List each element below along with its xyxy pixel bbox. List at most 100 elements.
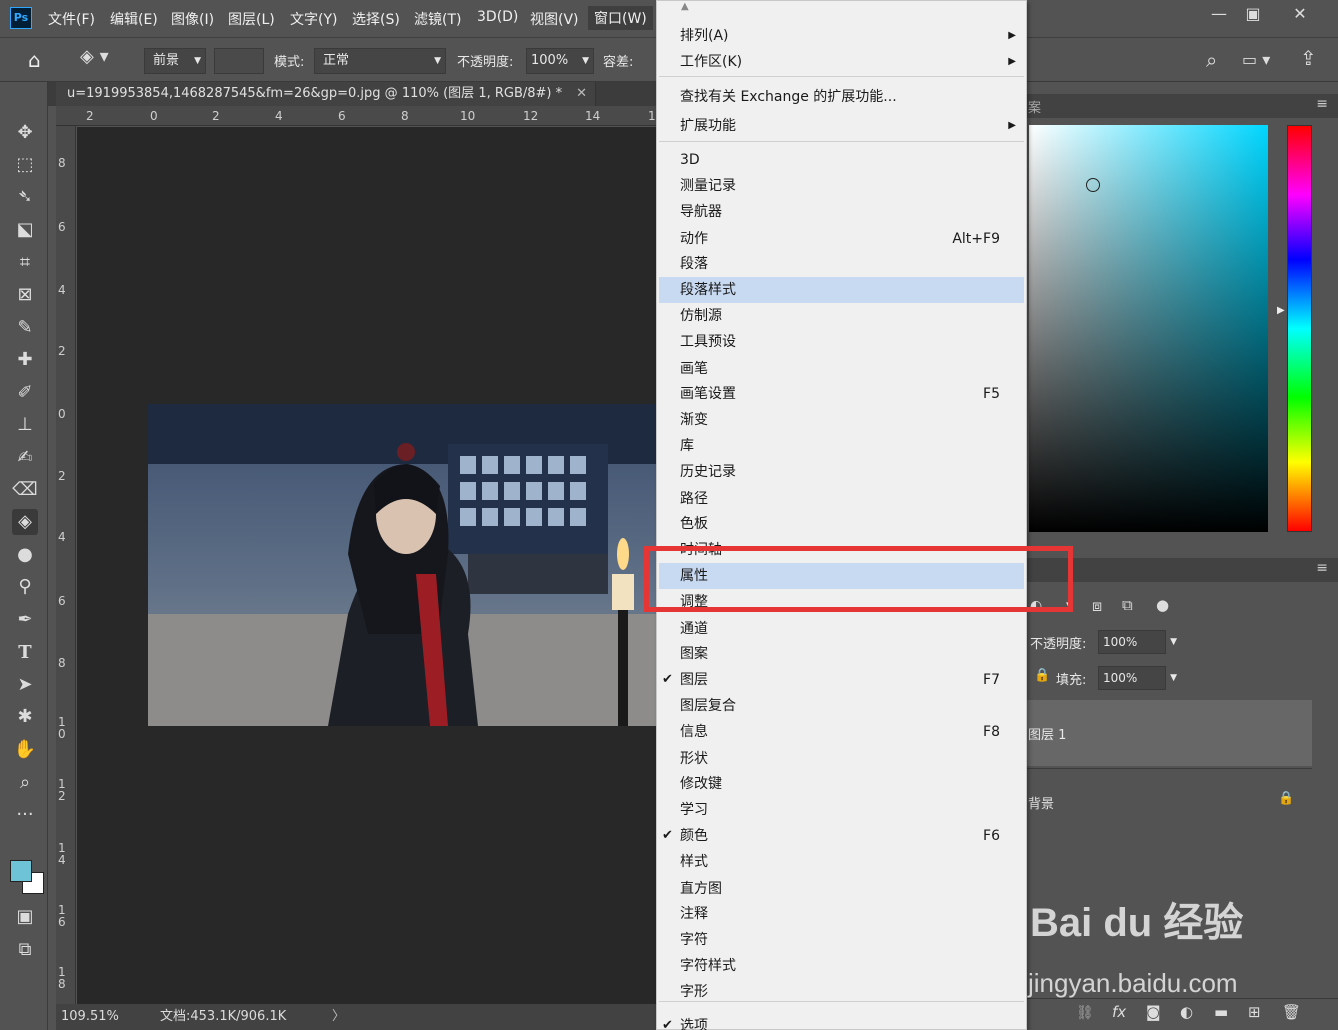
menu-item[interactable]: 段落 [659,251,1024,277]
menu-item[interactable]: 扩展功能 ▶ [659,113,1024,139]
menu-item[interactable]: 工具预设 [659,329,1024,355]
layer-row[interactable]: 图层 1 [1026,700,1312,766]
share-icon[interactable]: ⇪ [1300,46,1317,70]
menu-item[interactable]: 图层复合 [659,693,1024,719]
new-layer-icon[interactable]: ⊞ [1248,1003,1261,1021]
menu-view[interactable]: 视图(V) [530,9,579,29]
menu-item[interactable]: 图案 [659,641,1024,667]
zoom-level[interactable]: 109.51% [61,1006,119,1028]
mode-select[interactable]: 正常 ▼ [314,48,446,74]
frame-tool-icon[interactable]: ⊠ [12,282,38,308]
panel-menu-icon[interactable]: ≡ [1316,96,1328,112]
screen-mode-icon[interactable]: ⧉ [12,937,38,963]
menu-item[interactable]: 学习 [659,797,1024,823]
menu-item[interactable]: ✔ 图层 F7 [659,667,1024,693]
lasso-tool-icon[interactable]: ➴ [12,184,38,210]
menu-item[interactable]: 画笔 [659,356,1024,382]
document-tab[interactable]: u=1919953854,1468287545&fm=26&gp=0.jpg @… [56,82,596,106]
document-image[interactable] [148,404,658,726]
menu-item[interactable]: 注释 [659,901,1024,927]
clone-stamp-tool-icon[interactable]: ⊥ [12,412,38,438]
fx-icon[interactable]: fx [1112,1003,1126,1021]
paint-bucket-tool-icon[interactable]: ◈ [12,509,38,535]
add-mask-icon[interactable]: ◙ [1146,1003,1161,1021]
foreground-color-swatch[interactable] [10,860,32,882]
healing-brush-tool-icon[interactable]: ✚ [12,347,38,373]
layer-row[interactable]: 背景 🔒 [1026,768,1312,834]
panel-tab-fragment[interactable]: 案 [1028,97,1041,116]
paint-bucket-preset-icon[interactable]: ◈ ▾ [80,46,122,72]
menu-item[interactable]: 色板 [659,511,1024,537]
workspace-icon[interactable]: ▭ ▾ [1242,50,1270,69]
crop-tool-icon[interactable]: ⌗ [12,250,38,276]
path-selection-tool-icon[interactable]: ➤ [12,672,38,698]
menu-3d[interactable]: 3D(D) [477,9,518,25]
menu-item[interactable]: 3D [659,147,1024,173]
hand-tool-icon[interactable]: ✋ [12,737,38,763]
menu-item[interactable]: 测量记录 [659,173,1024,199]
menu-item[interactable]: 导航器 [659,199,1024,225]
fill-source-select[interactable]: 前景 ▼ [144,48,206,74]
scroll-up-icon[interactable]: ▲ [681,1,689,12]
fill-input[interactable]: 100% ▼ [1098,666,1177,690]
minimize-icon[interactable]: — [1202,3,1236,25]
eraser-tool-icon[interactable]: ⌫ [12,477,38,503]
pen-tool-icon[interactable]: ✒ [12,607,38,633]
status-expand-icon[interactable]: 〉 [332,1006,345,1028]
menu-window[interactable]: 窗口(W) [588,6,653,30]
menu-item[interactable]: 通道 [659,616,1024,642]
more-tools-icon[interactable]: ··· [12,802,38,828]
menu-item[interactable]: 渐变 [659,407,1024,433]
hue-slider-handle-icon[interactable]: ▶ [1277,305,1285,316]
history-brush-tool-icon[interactable]: ✍ [12,445,38,471]
link-layers-icon[interactable]: ⛓ [1076,1005,1094,1021]
menu-item[interactable]: 信息 F8 [659,719,1024,745]
menu-item[interactable]: ✔ 选项 [659,1013,1024,1030]
transform-filter-icon[interactable]: ⧈ [1092,596,1102,616]
filter-toggle-icon[interactable]: ● [1156,596,1169,614]
close-tab-icon[interactable]: ✕ [576,82,587,106]
menu-item[interactable]: 修改键 [659,771,1024,797]
move-tool-icon[interactable]: ✥ [12,120,38,146]
marquee-tool-icon[interactable]: ⬚ [12,152,38,178]
menu-filter[interactable]: 滤镜(T) [414,9,461,29]
menu-item[interactable]: 历史记录 [659,459,1024,485]
opacity-input[interactable]: 100% ▼ [526,48,594,74]
menu-item[interactable]: 字符 [659,927,1024,953]
panel-menu-icon[interactable]: ≡ [1316,560,1328,576]
menu-item[interactable]: 库 [659,433,1024,459]
shape-tool-icon[interactable]: ✱ [12,704,38,730]
color-field[interactable] [1029,125,1268,532]
smart-object-filter-icon[interactable]: ⧉ [1122,596,1133,614]
new-group-icon[interactable]: ▬ [1214,1003,1228,1021]
lock-icon[interactable]: 🔒 [1034,668,1050,683]
menu-item[interactable]: 形状 [659,746,1024,772]
hue-slider[interactable] [1287,125,1312,532]
menu-item[interactable]: 段落样式 [659,277,1024,303]
maximize-icon[interactable]: ▣ [1236,3,1270,25]
menu-item[interactable]: 画笔设置 F5 [659,381,1024,407]
menu-layer[interactable]: 图层(L) [228,9,275,29]
blur-tool-icon[interactable]: ● [12,542,38,568]
menu-item[interactable]: 字符样式 [659,953,1024,979]
close-icon[interactable]: ✕ [1283,3,1317,25]
zoom-tool-icon[interactable]: ⌕ [12,770,38,796]
menu-item[interactable]: 查找有关 Exchange 的扩展功能... [659,84,1024,110]
delete-layer-icon[interactable]: 🗑 [1282,1003,1301,1021]
search-icon[interactable]: ⌕ [1206,48,1217,72]
type-tool-icon[interactable]: T [12,640,38,666]
menu-item[interactable]: 仿制源 [659,303,1024,329]
menu-file[interactable]: 文件(F) [48,9,95,29]
pattern-picker[interactable] [214,48,264,74]
menu-item[interactable]: ✔ 颜色 F6 [659,823,1024,849]
dodge-tool-icon[interactable]: ⚲ [12,574,38,600]
home-icon[interactable]: ⌂ [28,48,52,72]
new-adjustment-icon[interactable]: ◐ [1180,1003,1193,1021]
menu-item[interactable]: 动作 Alt+F9 [659,226,1024,252]
menu-edit[interactable]: 编辑(E) [110,9,158,29]
menu-type[interactable]: 文字(Y) [290,9,337,29]
menu-item[interactable]: 直方图 [659,876,1024,902]
menu-image[interactable]: 图像(I) [171,9,214,29]
color-picker-cursor[interactable] [1086,178,1100,192]
menu-item[interactable]: 路径 [659,486,1024,512]
